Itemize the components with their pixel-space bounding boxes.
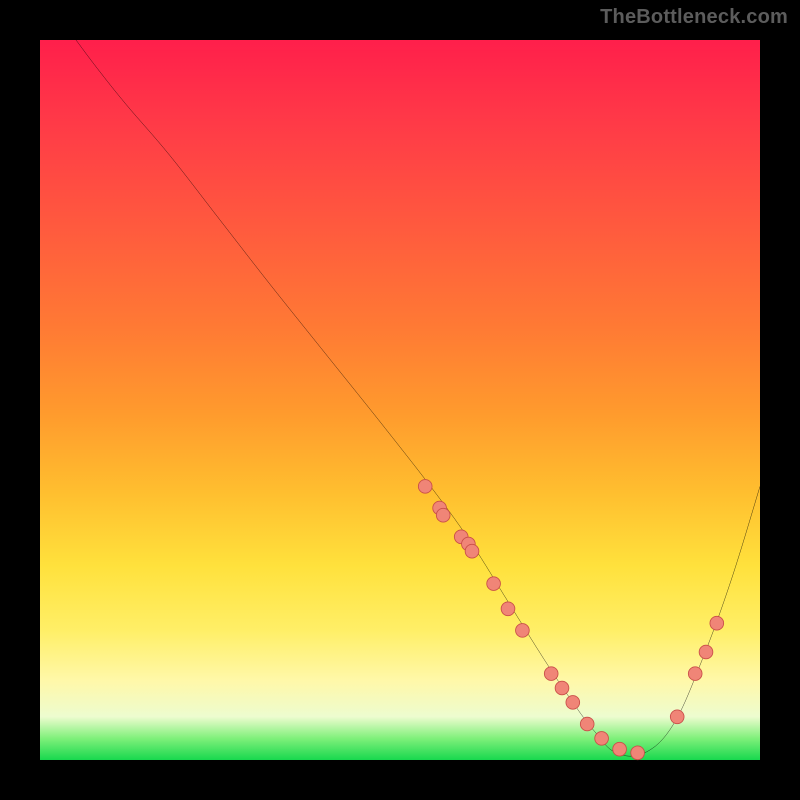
watermark-text: TheBottleneck.com — [600, 6, 788, 29]
chart-stage: TheBottleneck.com — [0, 0, 800, 800]
bottleneck-curve — [76, 40, 760, 756]
scatter-point — [613, 742, 627, 756]
scatter-point — [465, 544, 479, 558]
scatter-markers — [418, 480, 723, 760]
scatter-point — [436, 508, 450, 522]
scatter-point — [566, 696, 580, 710]
scatter-point — [555, 681, 569, 695]
plot-area — [40, 40, 760, 760]
scatter-point — [710, 616, 724, 630]
scatter-point — [544, 667, 558, 681]
scatter-point — [516, 624, 530, 638]
scatter-point — [595, 732, 609, 746]
scatter-point — [631, 746, 645, 760]
scatter-point — [688, 667, 702, 681]
scatter-point — [670, 710, 684, 724]
scatter-point — [580, 717, 594, 731]
chart-svg — [40, 40, 760, 760]
scatter-point — [699, 645, 713, 659]
scatter-point — [418, 480, 432, 494]
scatter-point — [487, 577, 501, 591]
scatter-point — [501, 602, 515, 616]
